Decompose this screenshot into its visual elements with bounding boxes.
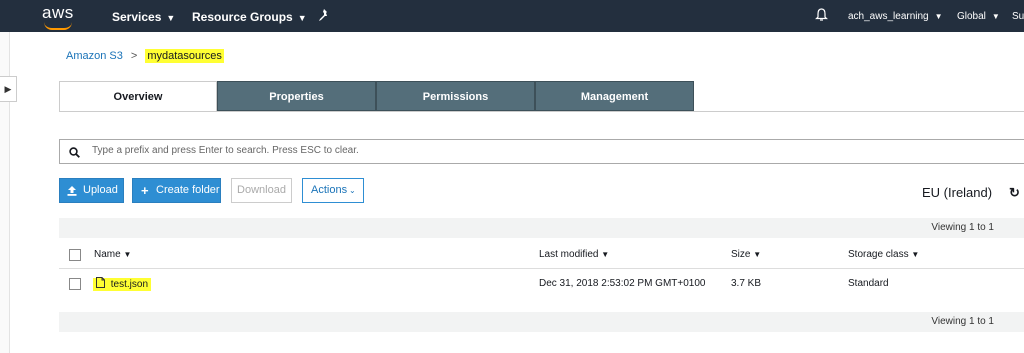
chevron-down-icon: ▼ [166, 13, 176, 23]
search-input[interactable] [90, 144, 694, 157]
storage-class-header-label: Storage class [848, 249, 909, 260]
viewing-bar-top: Viewing 1 to 1 [59, 218, 1024, 238]
tab-management[interactable]: Management [535, 81, 694, 111]
search-icon [69, 147, 80, 158]
resource-groups-label: Resource Groups [192, 10, 293, 24]
create-folder-button[interactable]: + Create folder [132, 178, 221, 203]
viewing-count: Viewing 1 to 1 [931, 316, 994, 327]
services-label: Services [112, 10, 162, 24]
tab-overview[interactable]: Overview [59, 81, 217, 112]
tab-divider [59, 111, 1024, 112]
sort-down-icon: ▼ [911, 250, 920, 259]
tab-properties[interactable]: Properties [217, 81, 376, 111]
upload-icon [67, 186, 77, 196]
last-modified-header-label: Last modified [539, 249, 599, 260]
column-header-last-modified[interactable]: Last modified ▼ [539, 249, 609, 260]
refresh-icon[interactable]: ↻ [1009, 185, 1020, 201]
download-button[interactable]: Download [231, 178, 292, 203]
file-name-link[interactable]: test.json [111, 279, 148, 290]
aws-smile-icon [44, 22, 72, 30]
plus-icon: + [141, 183, 149, 198]
pin-icon[interactable] [318, 9, 330, 22]
chevron-down-icon: ⌄ [349, 186, 356, 195]
file-icon [96, 277, 105, 288]
region-menu[interactable]: Global ▼ [957, 11, 1000, 22]
services-menu[interactable]: Services ▼ [112, 10, 175, 24]
bell-icon[interactable] [815, 8, 828, 22]
column-header-name[interactable]: Name ▼ [94, 249, 131, 260]
aws-logo-text: aws [42, 3, 74, 22]
select-all-checkbox[interactable] [69, 249, 81, 261]
caret-right-icon: ▶ [4, 84, 12, 94]
region-menu-label: Global [957, 11, 986, 22]
actions-dropdown[interactable]: Actions ⌄ [302, 178, 364, 203]
create-folder-label: Create folder [156, 184, 220, 196]
table-row[interactable]: test.json Dec 31, 2018 2:53:02 PM GMT+01… [59, 269, 1024, 299]
storage-class-cell: Standard [848, 278, 889, 289]
viewing-bar-bottom: Viewing 1 to 1 [59, 312, 1024, 332]
chevron-down-icon: ▼ [991, 12, 1000, 21]
actions-label: Actions [311, 184, 348, 196]
breadcrumb-current: mydatasources [145, 49, 224, 63]
size-cell: 3.7 KB [731, 278, 762, 289]
chevron-down-icon: ▼ [934, 12, 943, 21]
column-header-storage-class[interactable]: Storage class ▼ [848, 249, 919, 260]
breadcrumb: Amazon S3 > mydatasources [66, 49, 224, 63]
sort-down-icon: ▼ [601, 250, 610, 259]
file-name-cell[interactable]: test.json [93, 277, 152, 291]
last-modified-cell: Dec 31, 2018 2:53:02 PM GMT+0100 [539, 278, 706, 289]
tab-permissions[interactable]: Permissions [376, 81, 535, 111]
account-menu[interactable]: ach_aws_learning ▼ [848, 11, 943, 22]
upload-label: Upload [83, 184, 118, 196]
viewing-count: Viewing 1 to 1 [931, 222, 994, 233]
column-header-size[interactable]: Size ▼ [731, 249, 761, 260]
search-box [59, 139, 1024, 164]
breadcrumb-separator: > [130, 50, 138, 62]
aws-logo[interactable]: aws [42, 3, 74, 30]
sort-down-icon: ▼ [123, 250, 132, 259]
chevron-down-icon: ▼ [297, 13, 307, 23]
account-label: ach_aws_learning [848, 11, 929, 22]
top-navigation-bar: aws Services ▼ Resource Groups ▼ ach_aws_l… [0, 0, 1024, 32]
support-menu[interactable]: Su [1012, 11, 1024, 22]
size-header-label: Size [731, 249, 751, 260]
region-label: EU (Ireland) [922, 185, 993, 200]
upload-button[interactable]: Upload [59, 178, 124, 203]
name-header-label: Name [94, 249, 121, 260]
resource-groups-menu[interactable]: Resource Groups ▼ [192, 10, 307, 24]
sort-down-icon: ▼ [753, 250, 762, 259]
table-header: Name ▼ Last modified ▼ Size ▼ Storage cl… [59, 241, 1024, 269]
file-name-highlight: test.json [93, 277, 152, 291]
row-checkbox[interactable] [69, 278, 81, 290]
breadcrumb-root-link[interactable]: Amazon S3 [66, 50, 123, 62]
side-panel-toggle[interactable]: ▶ [0, 76, 17, 102]
